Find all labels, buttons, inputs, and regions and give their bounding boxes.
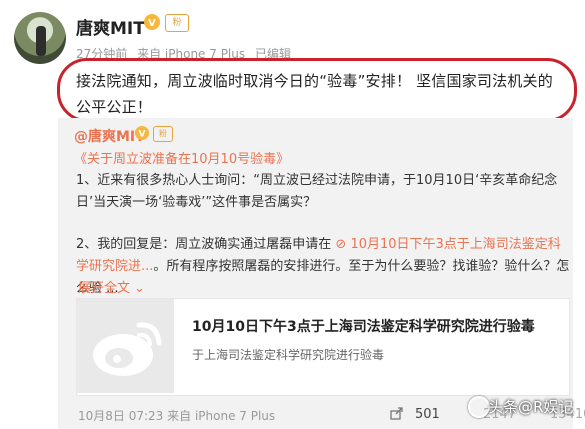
repost-source: 来自 iPhone 7 Plus: [167, 409, 276, 423]
fan-badge-icon: 粉: [153, 126, 173, 142]
card-subtitle: 于上海司法鉴定科学研究院进行验毒: [192, 348, 385, 362]
highlight-annotation: [57, 58, 577, 122]
share-icon[interactable]: [390, 406, 404, 420]
repost-paragraph-2: 2、我的回复是：周立波确实通过屠磊申请在 ⊘ 10月10日下午3点于上海司法鉴定…: [76, 234, 571, 300]
svg-text:V: V: [148, 18, 156, 29]
avatar[interactable]: [14, 12, 66, 64]
repost-paragraph-1: 1、近来有很多热心人士询问：“周立波已经过法院申请，于10月10日‘辛亥革命纪念…: [76, 173, 558, 210]
repost-title[interactable]: 《关于周立波准备在10月10号验毒》: [74, 148, 289, 167]
card-title[interactable]: 10月10日下午3点于上海司法鉴定科学研究院进行验毒: [192, 316, 535, 336]
svg-text:V: V: [139, 130, 146, 140]
author-name[interactable]: 唐爽MIT: [76, 14, 145, 39]
repost-time[interactable]: 10月8日 07:23: [78, 409, 163, 423]
share-count[interactable]: 501: [415, 407, 440, 422]
expand-full-text-link[interactable]: 展开全文 ⌄: [78, 277, 145, 296]
chevron-down-icon: ⌄: [130, 281, 146, 296]
expand-label: 展开全文: [78, 281, 131, 296]
fan-badge-icon: 粉: [165, 14, 189, 32]
repost-footer-meta: 10月8日 07:23 来自 iPhone 7 Plus: [78, 407, 275, 424]
verified-icon: V: [144, 14, 160, 30]
paragraph-text: 2、我的回复是：周立波确实通过屠磊申请在: [76, 237, 336, 252]
watermark-icon: [468, 396, 490, 418]
verified-icon: V: [135, 126, 149, 140]
link-icon: ⊘: [335, 237, 351, 252]
watermark: 头条@R娱记: [488, 398, 574, 416]
weibo-logo-icon: [77, 299, 174, 393]
